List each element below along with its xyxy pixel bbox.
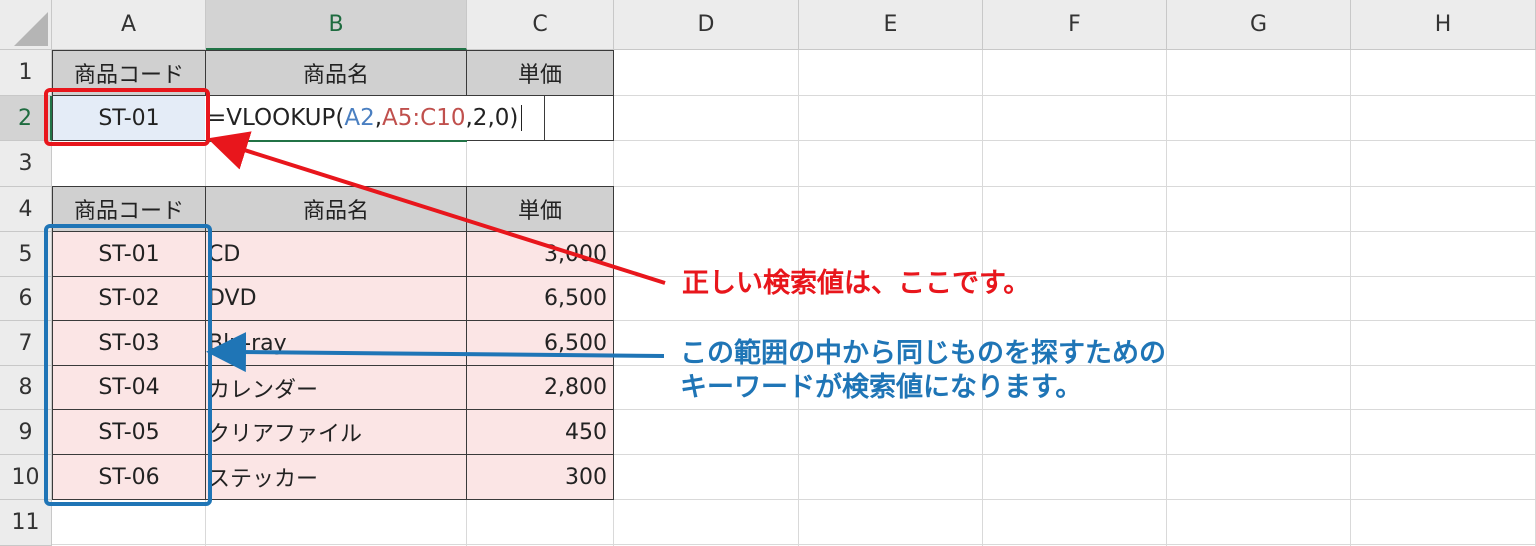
row-header-11[interactable]: 11 <box>0 500 52 546</box>
cell-b10[interactable]: ステッカー <box>205 454 467 500</box>
active-cell-border <box>206 140 467 142</box>
cell-b4[interactable]: 商品名 <box>205 186 467 232</box>
cell-b9[interactable]: クリアファイル <box>205 409 467 455</box>
column-header-h[interactable]: H <box>1351 0 1536 50</box>
column-header-g[interactable]: G <box>1167 0 1351 50</box>
gridline <box>1350 50 1351 546</box>
cell-b8[interactable]: カレンダー <box>205 365 467 410</box>
gridline <box>52 544 1536 545</box>
formula-ref-range: A5:C10 <box>382 105 466 131</box>
column-header-e[interactable]: E <box>799 0 983 50</box>
cell-c9[interactable]: 450 <box>466 409 614 455</box>
cell-c1[interactable]: 単価 <box>466 50 614 96</box>
row-header-4[interactable]: 4 <box>0 187 52 232</box>
cell-c10[interactable]: 300 <box>466 454 614 500</box>
cell-c5[interactable]: 3,000 <box>466 231 614 277</box>
row-header-3[interactable]: 3 <box>0 141 52 187</box>
search-key-column-highlight-box <box>44 224 212 506</box>
spreadsheet: A B C D E F G H 1 2 3 4 5 6 7 8 9 10 11 … <box>0 0 1536 546</box>
cell-b5[interactable]: CD <box>205 231 467 277</box>
cell-c8[interactable]: 2,800 <box>466 365 614 410</box>
cell-c7[interactable]: 6,500 <box>466 320 614 366</box>
select-all-triangle-icon <box>14 12 48 46</box>
row-header-1[interactable]: 1 <box>0 50 52 96</box>
text-cursor <box>521 105 523 131</box>
formula-comma: , <box>374 105 383 131</box>
column-header-d[interactable]: D <box>614 0 799 50</box>
column-header-f[interactable]: F <box>983 0 1167 50</box>
formula-suffix: ,2,0) <box>465 105 519 131</box>
gridline <box>1166 50 1167 546</box>
formula-ref-a2: A2 <box>344 105 375 131</box>
cell-c2[interactable] <box>544 95 614 141</box>
cell-b1[interactable]: 商品名 <box>205 50 467 96</box>
column-header-c[interactable]: C <box>467 0 614 50</box>
blue-annotation-note-line2: キーワードが検索値になります。 <box>680 372 1083 403</box>
formula-prefix: =VLOOKUP( <box>207 105 345 131</box>
column-header-b[interactable]: B <box>206 0 467 50</box>
cell-c6[interactable]: 6,500 <box>466 276 614 321</box>
lookup-value-highlight-box <box>44 88 210 146</box>
select-all-corner[interactable] <box>0 0 52 50</box>
cell-b6[interactable]: DVD <box>205 276 467 321</box>
column-header-a[interactable]: A <box>52 0 206 50</box>
red-annotation-note: 正しい検索値は、ここです。 <box>682 268 1031 299</box>
cell-c4[interactable]: 単価 <box>466 186 614 232</box>
formula-cell-b2[interactable]: =VLOOKUP(A2, A5:C10,2,0) <box>205 95 545 141</box>
blue-annotation-note-line1: この範囲の中から同じものを探すための <box>680 338 1166 369</box>
cell-b7[interactable]: Blu-ray <box>205 320 467 366</box>
